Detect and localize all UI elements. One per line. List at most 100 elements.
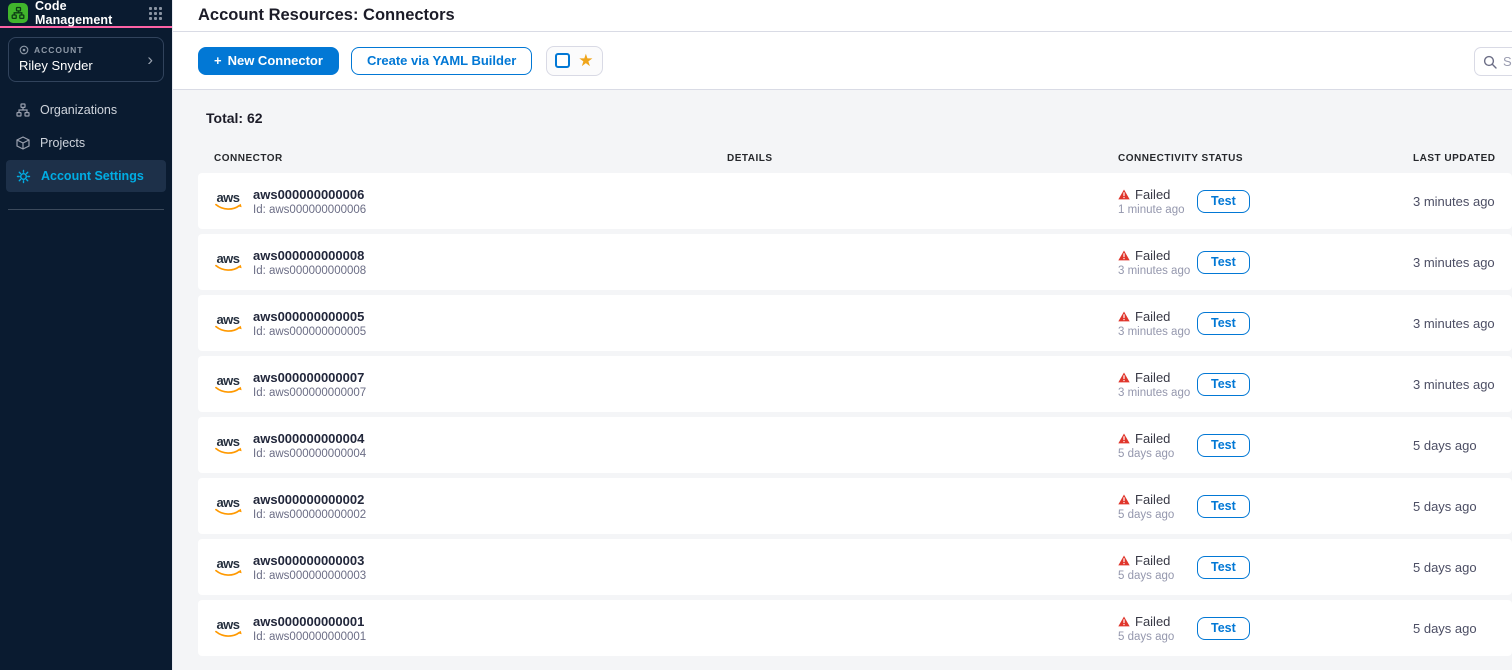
- failed-warning-icon: [1118, 250, 1130, 261]
- status-text: Failed: [1135, 492, 1170, 507]
- status-line: Failed: [1118, 248, 1197, 263]
- sidebar-header: Code Management: [0, 0, 172, 26]
- status-time: 3 minutes ago: [1118, 387, 1197, 399]
- status-time: 5 days ago: [1118, 509, 1197, 521]
- status-text: Failed: [1135, 187, 1170, 202]
- connector-row[interactable]: aws aws000000000004 Id: aws000000000004: [198, 417, 1512, 473]
- status-time: 5 days ago: [1118, 631, 1197, 643]
- status-stack: Failed 1 minute ago: [1118, 187, 1197, 216]
- total-value: 62: [247, 110, 263, 126]
- aws-logo-icon: aws: [214, 314, 242, 333]
- column-header-last-updated: LAST UPDATED: [1413, 153, 1512, 164]
- status-time: 3 minutes ago: [1118, 326, 1197, 338]
- total-label: Total:: [206, 110, 243, 126]
- search-icon: [1483, 55, 1497, 69]
- connectivity-status-cell: Failed 5 days ago Test: [1118, 492, 1413, 521]
- aws-logo-icon: aws: [214, 253, 242, 272]
- connector-cell: aws aws000000000002 Id: aws000000000002: [214, 492, 727, 521]
- account-selector[interactable]: ACCOUNT Riley Snyder ›: [8, 37, 164, 82]
- test-button[interactable]: Test: [1197, 617, 1250, 640]
- total-count: Total: 62: [206, 110, 1512, 126]
- connector-name: aws000000000004: [253, 431, 366, 446]
- sidebar-item-label: Account Settings: [41, 169, 144, 183]
- status-line: Failed: [1118, 370, 1197, 385]
- last-updated-cell: 5 days ago: [1413, 499, 1512, 514]
- test-button[interactable]: Test: [1197, 251, 1250, 274]
- status-stack: Failed 5 days ago: [1118, 614, 1197, 643]
- status-line: Failed: [1118, 553, 1197, 568]
- sidebar-item-account-settings[interactable]: Account Settings: [6, 160, 166, 192]
- connector-id: Id: aws000000000006: [253, 204, 366, 216]
- connector-name: aws000000000005: [253, 309, 366, 324]
- status-line: Failed: [1118, 614, 1197, 629]
- connectivity-status-cell: Failed 3 minutes ago Test: [1118, 248, 1413, 277]
- failed-warning-icon: [1118, 616, 1130, 627]
- connector-row[interactable]: aws aws000000000002 Id: aws000000000002: [198, 478, 1512, 534]
- status-time: 1 minute ago: [1118, 204, 1197, 216]
- connectivity-status-cell: Failed 3 minutes ago Test: [1118, 370, 1413, 399]
- connector-name: aws000000000002: [253, 492, 366, 507]
- last-updated-cell: 3 minutes ago: [1413, 194, 1512, 209]
- connector-row[interactable]: aws aws000000000007 Id: aws000000000007: [198, 356, 1512, 412]
- status-text: Failed: [1135, 614, 1170, 629]
- status-time: 3 minutes ago: [1118, 265, 1197, 277]
- connector-cell: aws aws000000000004 Id: aws000000000004: [214, 431, 727, 460]
- connector-row[interactable]: aws aws000000000005 Id: aws000000000005: [198, 295, 1512, 351]
- org-chart-icon: [16, 103, 30, 117]
- search-input[interactable]: [1503, 54, 1512, 69]
- test-button[interactable]: Test: [1197, 373, 1250, 396]
- status-line: Failed: [1118, 187, 1197, 202]
- sidebar-item-organizations[interactable]: Organizations: [6, 94, 166, 126]
- connector-row[interactable]: aws aws000000000006 Id: aws000000000006: [198, 173, 1512, 229]
- connector-name: aws000000000001: [253, 614, 366, 629]
- connector-id: Id: aws000000000005: [253, 326, 366, 338]
- create-via-yaml-builder-button[interactable]: Create via YAML Builder: [351, 47, 532, 75]
- connector-name-stack: aws000000000005 Id: aws000000000005: [253, 309, 366, 338]
- status-time: 5 days ago: [1118, 448, 1197, 460]
- connector-id: Id: aws000000000003: [253, 570, 366, 582]
- connectivity-status-cell: Failed 5 days ago Test: [1118, 614, 1413, 643]
- test-button[interactable]: Test: [1197, 190, 1250, 213]
- connector-row[interactable]: aws aws000000000008 Id: aws000000000008: [198, 234, 1512, 290]
- connector-name-stack: aws000000000008 Id: aws000000000008: [253, 248, 366, 277]
- test-button[interactable]: Test: [1197, 312, 1250, 335]
- connector-cell: aws aws000000000003 Id: aws000000000003: [214, 553, 727, 582]
- last-updated-cell: 5 days ago: [1413, 438, 1512, 453]
- connector-name: aws000000000003: [253, 553, 366, 568]
- failed-warning-icon: [1118, 433, 1130, 444]
- last-updated-cell: 3 minutes ago: [1413, 316, 1512, 331]
- connector-name-stack: aws000000000006 Id: aws000000000006: [253, 187, 366, 216]
- status-stack: Failed 5 days ago: [1118, 492, 1197, 521]
- app-title: Code Management: [35, 0, 140, 27]
- connectivity-status-cell: Failed 3 minutes ago Test: [1118, 309, 1413, 338]
- status-stack: Failed 3 minutes ago: [1118, 248, 1197, 277]
- connector-row[interactable]: aws aws000000000003 Id: aws000000000003: [198, 539, 1512, 595]
- last-updated-cell: 3 minutes ago: [1413, 255, 1512, 270]
- status-time: 5 days ago: [1118, 570, 1197, 582]
- account-scope-row: ACCOUNT: [19, 45, 153, 55]
- page-title: Account Resources: Connectors: [198, 6, 455, 25]
- favorite-star-icon[interactable]: ★: [578, 52, 593, 69]
- connector-id: Id: aws000000000007: [253, 387, 366, 399]
- connector-id: Id: aws000000000001: [253, 631, 366, 643]
- code-management-logo-icon[interactable]: [8, 3, 28, 23]
- failed-warning-icon: [1118, 372, 1130, 383]
- new-connector-label: New Connector: [228, 53, 323, 68]
- favorites-checkbox[interactable]: [555, 53, 570, 68]
- new-connector-button[interactable]: + New Connector: [198, 47, 339, 75]
- search-box[interactable]: [1474, 47, 1512, 76]
- account-scope-icon: [19, 45, 29, 55]
- app-switcher-grid-icon[interactable]: [147, 5, 164, 22]
- app-root: Code Management ACCOUNT Riley Snyder ›: [0, 0, 1512, 670]
- connector-row[interactable]: aws aws000000000001 Id: aws000000000001: [198, 600, 1512, 656]
- gear-icon: [16, 169, 31, 184]
- connector-name: aws000000000006: [253, 187, 366, 202]
- test-button[interactable]: Test: [1197, 495, 1250, 518]
- test-button[interactable]: Test: [1197, 434, 1250, 457]
- sidebar-item-projects[interactable]: Projects: [6, 127, 166, 159]
- connectivity-status-cell: Failed 5 days ago Test: [1118, 431, 1413, 460]
- aws-logo-icon: aws: [214, 619, 242, 638]
- test-button[interactable]: Test: [1197, 556, 1250, 579]
- aws-logo-icon: aws: [214, 192, 242, 211]
- column-header-connectivity-status: CONNECTIVITY STATUS: [1118, 153, 1413, 164]
